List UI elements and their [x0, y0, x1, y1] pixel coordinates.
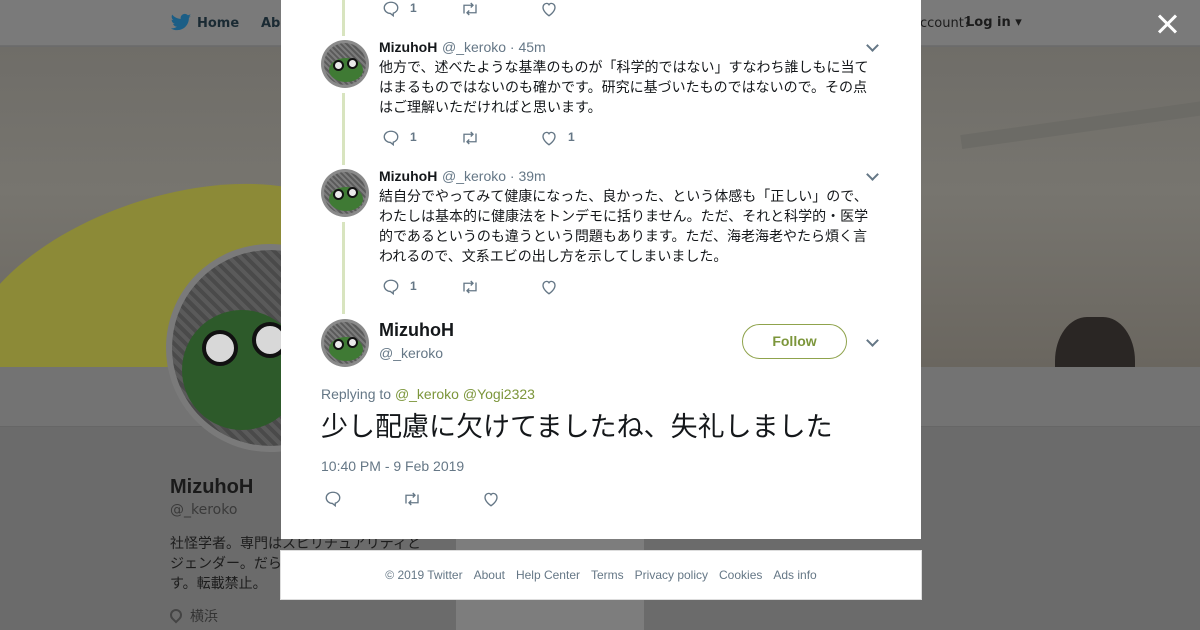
- main-tweet-text: 少し配慮に欠けてましたね、失礼しました: [321, 412, 833, 443]
- footer-help-center-link[interactable]: Help Center: [516, 568, 580, 582]
- reply-icon: [383, 1, 399, 18]
- tweet-text: 結自分でやってみて健康になった、良かった、という体感も「正しい」ので、わたしは基…: [379, 189, 869, 265]
- profile-handle: @_keroko: [170, 502, 238, 518]
- retweet-icon: [405, 492, 419, 506]
- tweet-actions: 1 1: [382, 129, 582, 149]
- footer-cookies-link[interactable]: Cookies: [719, 568, 762, 582]
- tweet-timestamp[interactable]: 10:40 PM - 9 Feb 2019: [321, 458, 464, 474]
- footer-terms-link[interactable]: Terms: [591, 568, 624, 582]
- main-tweet-author-name[interactable]: MizuhoH: [379, 320, 454, 341]
- tweet-actions: 1: [382, 278, 582, 298]
- like-icon: [542, 131, 556, 146]
- thread-line: [342, 93, 345, 165]
- footer-about-link[interactable]: About: [474, 568, 505, 582]
- mention-link[interactable]: @Yogi2323: [463, 386, 535, 402]
- footer-copyright: © 2019 Twitter: [385, 568, 463, 582]
- reply-icon: [383, 130, 399, 147]
- avatar[interactable]: [321, 40, 369, 88]
- replying-to: Replying to @_keroko @Yogi2323: [321, 386, 535, 402]
- retweet-icon: [463, 280, 477, 294]
- tweet-actions: 1: [382, 0, 582, 20]
- tweet-author-name[interactable]: MizuhoH: [379, 39, 437, 55]
- modal-footer: © 2019 Twitter About Help Center Terms P…: [280, 550, 922, 600]
- tweet-text: 他方で、述べたような基準のものが「科学的ではない」すなわち誰しもに当てはまるもの…: [379, 60, 869, 116]
- main-tweet-author-handle[interactable]: @_keroko: [379, 345, 443, 361]
- mention-link[interactable]: @_keroko: [395, 386, 459, 402]
- main-tweet-actions: [324, 490, 524, 510]
- footer-ads-info-link[interactable]: Ads info: [773, 568, 816, 582]
- login-link[interactable]: Log in ▾: [966, 15, 1022, 30]
- tweet-author-handle[interactable]: @_keroko · 45m: [442, 39, 546, 55]
- close-icon[interactable]: [1154, 12, 1180, 38]
- tweet-author-name[interactable]: MizuhoH: [379, 168, 437, 184]
- footer-privacy-link[interactable]: Privacy policy: [635, 568, 708, 582]
- like-icon: [542, 280, 556, 295]
- like-icon: [542, 2, 556, 17]
- thread-line: [342, 222, 345, 314]
- location-pin-icon: [167, 606, 185, 624]
- twitter-bird-icon[interactable]: [170, 13, 192, 33]
- like-icon: [484, 492, 498, 507]
- tweet-author-handle[interactable]: @_keroko · 39m: [442, 168, 546, 184]
- avatar[interactable]: [321, 319, 369, 367]
- reply-icon: [325, 491, 341, 508]
- retweet-icon: [463, 131, 477, 145]
- reply-icon: [383, 279, 399, 296]
- thread-line: [342, 0, 345, 36]
- profile-name: MizuhoH: [170, 476, 254, 498]
- follow-button[interactable]: Follow: [742, 324, 847, 359]
- profile-location: 横浜: [167, 606, 218, 626]
- nav-home[interactable]: Home: [197, 16, 239, 31]
- avatar[interactable]: [321, 169, 369, 217]
- retweet-icon: [463, 2, 477, 16]
